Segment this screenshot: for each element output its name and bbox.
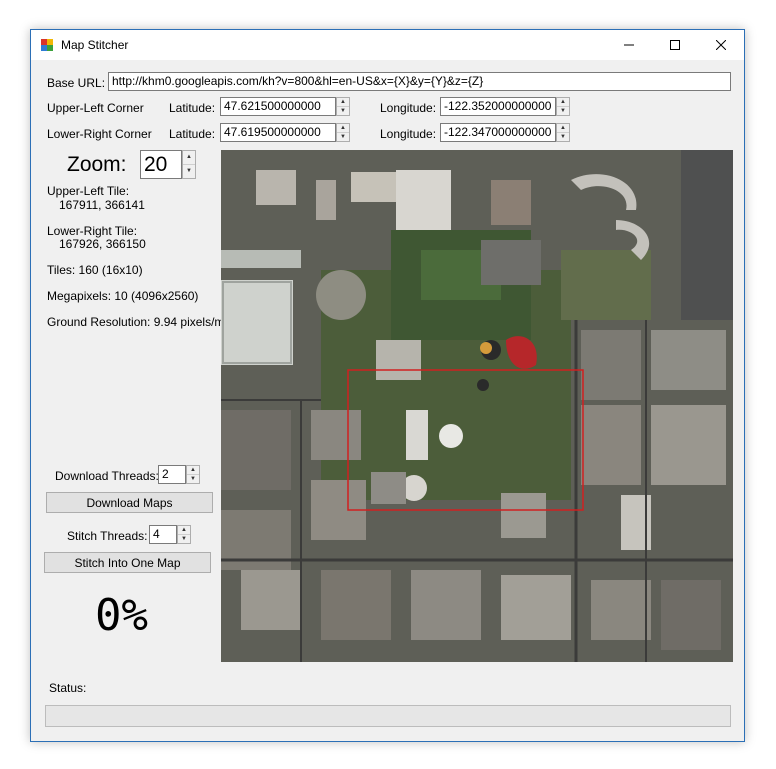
megapixels-info: Megapixels: 10 (4096x2560)	[47, 289, 199, 303]
window-title: Map Stitcher	[61, 38, 129, 52]
progress-bar	[45, 705, 731, 727]
lower-right-latitude-spinner[interactable]: ▲ ▼	[336, 123, 350, 142]
upper-left-corner-label: Upper-Left Corner	[47, 101, 144, 115]
satellite-image	[221, 150, 733, 662]
maximize-icon	[670, 40, 680, 50]
upper-left-longitude-spinner[interactable]: ▲ ▼	[556, 97, 570, 116]
minimize-button[interactable]	[606, 30, 652, 60]
stitch-threads-input[interactable]: 4	[149, 525, 177, 544]
chevron-down-icon[interactable]: ▼	[183, 165, 195, 179]
base-url-label: Base URL:	[47, 76, 106, 90]
upper-left-latitude-input[interactable]: 47.621500000000	[220, 97, 336, 116]
zoom-input[interactable]: 20	[140, 150, 182, 179]
lower-right-latitude-input[interactable]: 47.619500000000	[220, 123, 336, 142]
chevron-down-icon[interactable]: ▼	[187, 475, 199, 484]
close-button[interactable]	[698, 30, 744, 60]
title-bar[interactable]: Map Stitcher	[31, 30, 744, 60]
chevron-down-icon[interactable]: ▼	[178, 535, 190, 544]
chevron-down-icon[interactable]: ▼	[557, 107, 569, 116]
main-window: Map Stitcher Base URL: http://khm0.googl…	[30, 29, 745, 742]
download-maps-button[interactable]: Download Maps	[46, 492, 213, 513]
chevron-up-icon[interactable]: ▲	[337, 124, 349, 133]
upper-left-longitude-label: Longitude:	[380, 101, 437, 115]
chevron-down-icon[interactable]: ▼	[557, 133, 569, 142]
download-threads-input[interactable]: 2	[158, 465, 186, 484]
base-url-input[interactable]: http://khm0.googleapis.com/kh?v=800&hl=e…	[108, 72, 731, 91]
map-preview[interactable]	[221, 150, 733, 662]
chevron-up-icon[interactable]: ▲	[187, 466, 199, 475]
progress-percent: 0%	[95, 590, 148, 641]
stitch-into-one-map-button[interactable]: Stitch Into One Map	[44, 552, 211, 573]
stitch-threads-spinner[interactable]: ▲ ▼	[177, 525, 191, 544]
stitch-threads-label: Stitch Threads:	[67, 529, 148, 543]
app-icon	[41, 39, 53, 51]
chevron-up-icon[interactable]: ▲	[557, 98, 569, 107]
download-threads-spinner[interactable]: ▲ ▼	[186, 465, 200, 484]
ground-resolution-info: Ground Resolution: 9.94 pixels/m	[47, 315, 225, 329]
lower-right-longitude-label: Longitude:	[380, 127, 437, 141]
chevron-up-icon[interactable]: ▲	[178, 526, 190, 535]
upper-left-latitude-spinner[interactable]: ▲ ▼	[336, 97, 350, 116]
minimize-icon	[624, 44, 634, 46]
download-threads-label: Download Threads:	[55, 469, 159, 483]
maximize-button[interactable]	[652, 30, 698, 60]
chevron-down-icon[interactable]: ▼	[337, 133, 349, 142]
upper-left-tile-label: Upper-Left Tile:	[47, 184, 130, 198]
lower-right-longitude-input[interactable]: -122.347000000000	[440, 123, 556, 142]
close-icon	[716, 40, 726, 50]
chevron-down-icon[interactable]: ▼	[337, 107, 349, 116]
lower-right-latitude-label: Latitude:	[169, 127, 216, 141]
upper-left-tile-value: 167911, 366141	[59, 198, 145, 212]
status-label: Status:	[49, 681, 87, 695]
chevron-up-icon[interactable]: ▲	[337, 98, 349, 107]
tiles-count: Tiles: 160 (16x10)	[47, 263, 143, 277]
chevron-up-icon[interactable]: ▲	[183, 151, 195, 165]
lower-right-corner-label: Lower-Right Corner	[47, 127, 152, 141]
chevron-up-icon[interactable]: ▲	[557, 124, 569, 133]
lower-right-tile-label: Lower-Right Tile:	[47, 224, 138, 238]
lower-right-tile-value: 167926, 366150	[59, 237, 146, 251]
zoom-spinner[interactable]: ▲ ▼	[182, 150, 196, 179]
lower-right-longitude-spinner[interactable]: ▲ ▼	[556, 123, 570, 142]
upper-left-latitude-label: Latitude:	[169, 101, 216, 115]
zoom-label: Zoom:	[67, 153, 127, 176]
upper-left-longitude-input[interactable]: -122.352000000000	[440, 97, 556, 116]
